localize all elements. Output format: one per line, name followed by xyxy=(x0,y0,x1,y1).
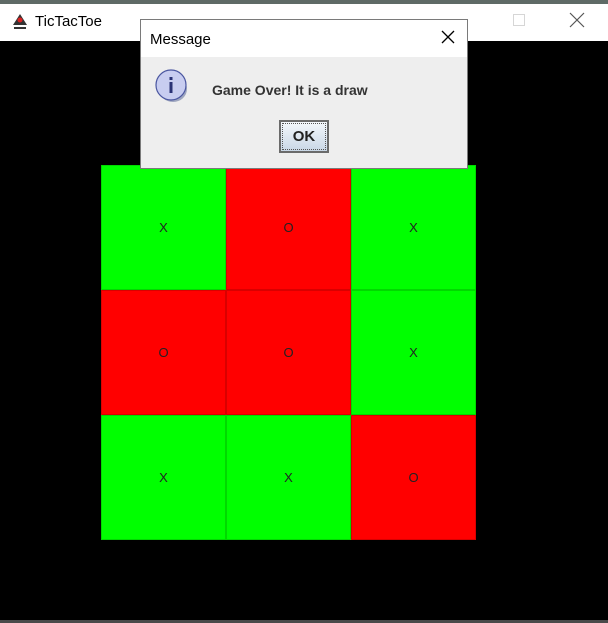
close-icon xyxy=(569,12,585,33)
board-cell-r2c1[interactable]: O xyxy=(101,290,226,415)
board-cell-r1c2[interactable]: O xyxy=(226,165,351,290)
board-cell-r1c3[interactable]: X xyxy=(351,165,476,290)
board-cell-r3c1[interactable]: X xyxy=(101,415,226,540)
ok-button[interactable]: OK xyxy=(279,120,329,153)
dialog-titlebar[interactable]: Message xyxy=(141,20,467,57)
board-cell-r3c3[interactable]: O xyxy=(351,415,476,540)
board-cell-r2c3[interactable]: X xyxy=(351,290,476,415)
close-icon xyxy=(440,29,456,50)
board-cell-r3c2[interactable]: X xyxy=(226,415,351,540)
java-app-icon xyxy=(10,11,30,31)
board-cell-r2c2[interactable]: O xyxy=(226,290,351,415)
window-top-strip xyxy=(0,0,608,4)
board-cell-r1c1[interactable]: X xyxy=(101,165,226,290)
message-dialog: Message Game Over! It is a draw OK xyxy=(140,19,468,169)
window-title: TicTacToe xyxy=(35,13,102,30)
game-board: X O X O O X X X O xyxy=(101,165,476,540)
dialog-message: Game Over! It is a draw xyxy=(212,82,368,98)
window-close-button[interactable] xyxy=(555,5,599,39)
maximize-icon xyxy=(512,13,526,32)
ok-button-label: OK xyxy=(282,123,326,150)
info-icon xyxy=(155,68,189,104)
dialog-close-button[interactable] xyxy=(433,24,463,54)
maximize-button[interactable] xyxy=(497,5,541,39)
dialog-title: Message xyxy=(150,31,211,48)
